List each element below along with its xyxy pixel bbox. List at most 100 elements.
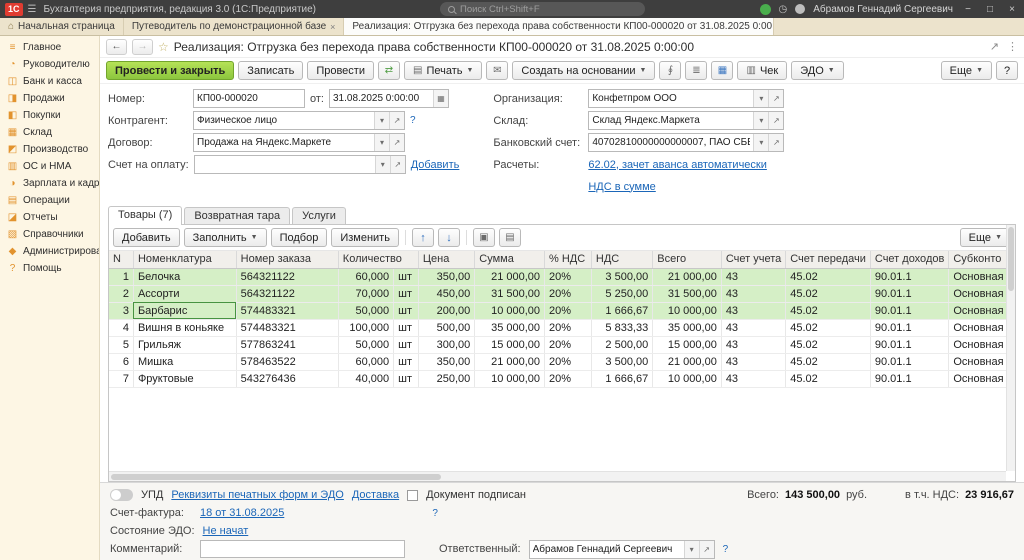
cell-n[interactable]: 6 <box>109 353 133 370</box>
settlements-link[interactable]: 62.02, зачет аванса автоматически <box>588 159 767 171</box>
cell-order-number[interactable]: 564321122 <box>236 285 338 302</box>
edo-state-link[interactable]: Не начат <box>203 525 249 537</box>
more-menu-icon[interactable]: ⋮ <box>1007 40 1018 53</box>
column-header-account[interactable]: Счет учета <box>721 251 785 268</box>
cell-vat[interactable]: 3 500,00 <box>591 353 652 370</box>
open-item-icon[interactable]: ↗ <box>768 90 783 107</box>
cell-sum[interactable]: 31 500,00 <box>475 285 545 302</box>
check-receipt-button[interactable]: ▥Чек <box>737 61 787 80</box>
copy-rows-button[interactable]: ▣ <box>473 228 495 247</box>
add-row-button[interactable]: Добавить <box>113 228 180 247</box>
cell-price[interactable]: 350,00 <box>418 353 474 370</box>
column-header-subconto[interactable]: Субконто <box>949 251 1015 268</box>
responsible-help-icon[interactable]: ? <box>723 544 729 555</box>
cell-account[interactable]: 43 <box>721 370 785 387</box>
cell-sum[interactable]: 35 000,00 <box>475 319 545 336</box>
cell-quantity[interactable]: 40,000 <box>338 370 393 387</box>
bank-account-input[interactable] <box>589 134 753 151</box>
sidebar-item-production[interactable]: ◩Производство <box>0 141 99 158</box>
cell-vat-rate[interactable]: 20% <box>545 353 592 370</box>
cell-transfer-account[interactable]: 45.02 <box>786 370 871 387</box>
chevron-down-icon[interactable]: ▾ <box>374 112 389 129</box>
date-input[interactable] <box>330 90 433 107</box>
open-item-icon[interactable]: ↗ <box>768 112 783 129</box>
cell-quantity[interactable]: 50,000 <box>338 336 393 353</box>
current-user[interactable]: Абрамов Геннадий Сергеевич <box>813 4 953 15</box>
cell-total[interactable]: 10 000,00 <box>653 370 722 387</box>
cell-price[interactable]: 500,00 <box>418 319 474 336</box>
open-link-icon[interactable]: ↗ <box>990 40 999 53</box>
chevron-down-icon[interactable]: ▾ <box>753 90 768 107</box>
cell-total[interactable]: 10 000,00 <box>653 302 722 319</box>
cell-income-account[interactable]: 90.01.1 <box>870 285 948 302</box>
cell-total[interactable]: 15 000,00 <box>653 336 722 353</box>
cell-account[interactable]: 43 <box>721 319 785 336</box>
column-header-n[interactable]: N <box>109 251 133 268</box>
cell-account[interactable]: 43 <box>721 285 785 302</box>
page-tab-1[interactable]: Товары (7) <box>108 206 182 225</box>
cell-account[interactable]: 43 <box>721 302 785 319</box>
cell-unit[interactable]: шт <box>394 353 419 370</box>
cell-transfer-account[interactable]: 45.02 <box>786 302 871 319</box>
move-down-button[interactable]: ↓ <box>438 228 460 247</box>
sidebar-item-warehouse[interactable]: ▦Склад <box>0 124 99 141</box>
counterparty-input[interactable] <box>194 112 374 129</box>
move-up-button[interactable]: ↑ <box>412 228 434 247</box>
cell-unit[interactable]: шт <box>394 336 419 353</box>
minimize-button[interactable]: − <box>961 4 975 15</box>
cell-unit[interactable]: шт <box>394 302 419 319</box>
cell-transfer-account[interactable]: 45.02 <box>786 319 871 336</box>
counterparty-help-icon[interactable]: ? <box>410 115 416 126</box>
cell-price[interactable]: 200,00 <box>418 302 474 319</box>
cell-vat-rate[interactable]: 20% <box>545 319 592 336</box>
cell-price[interactable]: 350,00 <box>418 268 474 285</box>
back-button[interactable]: ← <box>106 39 127 55</box>
cell-n[interactable]: 7 <box>109 370 133 387</box>
cell-account[interactable]: 43 <box>721 336 785 353</box>
open-item-icon[interactable]: ↗ <box>389 134 404 151</box>
cell-nomenclature[interactable]: Фруктовые <box>133 370 236 387</box>
vertical-scrollbar-thumb[interactable] <box>1008 227 1014 291</box>
column-header-nomenclature[interactable]: Номенклатура <box>133 251 236 268</box>
cell-order-number[interactable]: 574483321 <box>236 319 338 336</box>
cell-nomenclature[interactable]: Барбарис <box>133 302 236 319</box>
cell-order-number[interactable]: 577863241 <box>236 336 338 353</box>
vertical-scrollbar[interactable] <box>1006 225 1015 471</box>
cell-vat-rate[interactable]: 20% <box>545 302 592 319</box>
sidebar-item-salary[interactable]: ◑Зарплата и кадры <box>0 175 99 192</box>
column-header-vat-rate[interactable]: % НДС <box>545 251 592 268</box>
reports-button[interactable]: ▦ <box>711 61 733 80</box>
cell-subconto[interactable]: Основная <box>949 336 1015 353</box>
vat-in-sum-link[interactable]: НДС в сумме <box>588 181 655 193</box>
cell-vat-rate[interactable]: 20% <box>545 336 592 353</box>
favorite-star-icon[interactable]: ☆ <box>158 40 169 54</box>
column-header-price[interactable]: Цена <box>418 251 474 268</box>
print-button[interactable]: ▤Печать▼ <box>404 61 482 80</box>
cell-quantity[interactable]: 60,000 <box>338 353 393 370</box>
cell-income-account[interactable]: 90.01.1 <box>870 353 948 370</box>
cell-total[interactable]: 21 000,00 <box>653 353 722 370</box>
attachments-button[interactable]: ∮ <box>659 61 681 80</box>
cell-nomenclature[interactable]: Мишка <box>133 353 236 370</box>
column-header-total[interactable]: Всего <box>653 251 722 268</box>
sidebar-item-fixed-assets[interactable]: ▥ОС и НМА <box>0 158 99 175</box>
chevron-down-icon[interactable]: ▾ <box>753 134 768 151</box>
cell-subconto[interactable]: Основная <box>949 370 1015 387</box>
edit-button[interactable]: Изменить <box>331 228 399 247</box>
cell-order-number[interactable]: 564321122 <box>236 268 338 285</box>
sidebar-item-catalogs[interactable]: ▧Справочники <box>0 226 99 243</box>
column-header-quantity[interactable]: Количество <box>338 251 418 268</box>
table-row-3[interactable]: 3Барбарис57448332150,000шт200,0010 000,0… <box>109 302 1015 319</box>
sidebar-item-purchases[interactable]: ◧Покупки <box>0 107 99 124</box>
cell-sum[interactable]: 15 000,00 <box>475 336 545 353</box>
cell-vat[interactable]: 5 250,00 <box>591 285 652 302</box>
page-tab-3[interactable]: Услуги <box>292 207 346 224</box>
chevron-down-icon[interactable]: ▾ <box>684 541 699 558</box>
cell-income-account[interactable]: 90.01.1 <box>870 370 948 387</box>
delivery-link[interactable]: Доставка <box>352 489 399 501</box>
horizontal-scrollbar[interactable] <box>109 471 1006 481</box>
send-email-button[interactable]: ✉ <box>486 61 508 80</box>
cell-unit[interactable]: шт <box>394 285 419 302</box>
cell-sum[interactable]: 21 000,00 <box>475 268 545 285</box>
cell-vat-rate[interactable]: 20% <box>545 268 592 285</box>
